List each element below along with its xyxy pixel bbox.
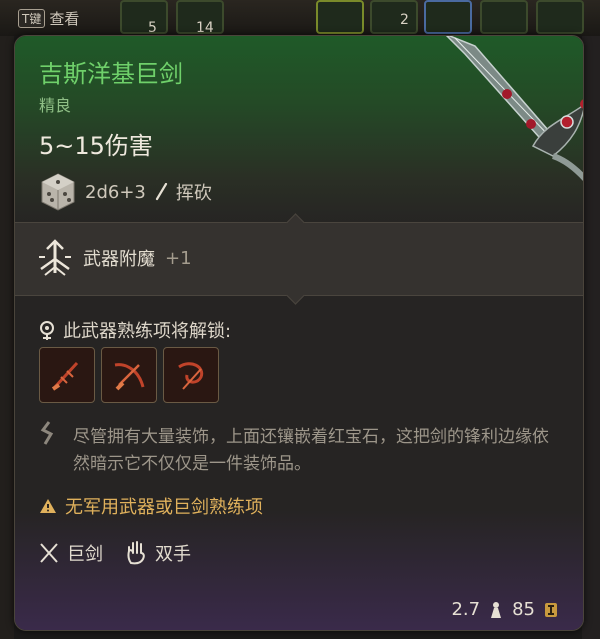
proficiency-warning-row: 无军用武器或巨剑熟练项	[39, 493, 263, 519]
proficiency-title-row: 此武器熟练项将解锁:	[39, 317, 231, 343]
damage-type: 挥砍	[175, 183, 212, 204]
item-tooltip: 吉斯洋基巨剑 精良 5~15伤害 2d6+3 挥砍 武器附魔 +1 此武器熟练项…	[14, 35, 584, 631]
slot-count: 2	[400, 12, 409, 28]
slot-count: 5	[148, 20, 157, 36]
slot-count: 14	[196, 20, 214, 36]
crossed-swords-icon	[40, 543, 58, 563]
item-name: 吉斯洋基巨剑	[39, 60, 183, 88]
proficiency-title: 此武器熟练项将解锁:	[63, 321, 232, 342]
tag-greatsword: 巨剑	[39, 540, 103, 566]
item-rarity: 精良	[39, 96, 72, 115]
enchantment-row: 武器附魔 +1	[37, 239, 192, 277]
left-panel-edge	[0, 36, 14, 639]
hotbar-slot[interactable]	[536, 0, 584, 34]
enchantment-value: +1	[165, 247, 192, 269]
cleave-ability-icon[interactable]	[101, 347, 157, 403]
tag-two-handed: 双手	[125, 540, 191, 566]
proficiency-warning: 无军用武器或巨剑熟练项	[65, 497, 263, 518]
band-notch	[286, 286, 305, 305]
quote-icon	[40, 421, 54, 445]
slash-ability-icon[interactable]	[39, 347, 95, 403]
damage-dice-row: 2d6+3 挥砍	[39, 172, 212, 212]
item-weight: 2.7	[451, 599, 481, 620]
greatsword-illustration	[445, 36, 583, 181]
weight-icon	[491, 601, 502, 618]
slash-ability-glyph	[51, 361, 79, 391]
weapon-enchantment-icon	[39, 239, 71, 276]
lacerate-ability-icon[interactable]	[163, 347, 219, 403]
weapon-tags-row: 巨剑 双手	[39, 540, 203, 566]
key-hint-label: 查看	[49, 10, 80, 28]
tag-label: 巨剑	[67, 544, 103, 565]
weight-price-row: 2.7 85	[451, 599, 559, 620]
cleave-ability-glyph	[114, 363, 145, 391]
hand-icon	[127, 541, 145, 565]
item-description: 尽管拥有大量装饰，上面还镶嵌着红宝石，这把剑的锋利边缘依然暗示它不仅仅是一件装饰…	[73, 427, 549, 474]
slashing-damage-icon	[155, 183, 167, 201]
proficiency-unlock-icon	[40, 321, 54, 340]
gold-coin-icon	[545, 602, 557, 617]
enchantment-label: 武器附魔	[83, 249, 155, 270]
item-price: 85	[512, 599, 535, 620]
hotbar-slot[interactable]	[370, 0, 418, 34]
warning-icon	[40, 499, 56, 513]
lacerate-ability-glyph	[178, 362, 204, 390]
key-cap: T键	[18, 9, 46, 28]
d6-dice-icon	[41, 173, 75, 211]
hotbar-slot[interactable]	[424, 0, 472, 34]
hotbar-slot[interactable]	[120, 0, 168, 34]
hotbar-slot[interactable]	[480, 0, 528, 34]
item-damage: 5~15伤害	[39, 132, 153, 160]
right-panel-edge	[582, 36, 600, 639]
tag-label: 双手	[155, 544, 191, 565]
hotbar-slot[interactable]	[316, 0, 364, 34]
inspect-key-hint[interactable]: T键 查看	[18, 8, 79, 29]
dice-formula: 2d6+3	[85, 181, 146, 203]
enchantment-band: 武器附魔 +1	[15, 213, 583, 305]
proficiency-ability-list	[39, 347, 219, 403]
